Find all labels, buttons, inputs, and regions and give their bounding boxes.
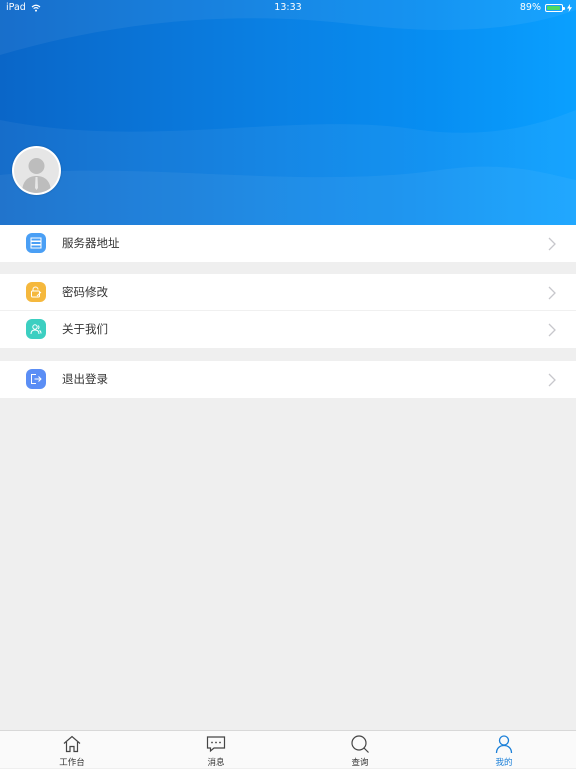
- bottom-tab-bar: 工作台 消息 查询 我的: [0, 730, 576, 768]
- chevron-right-icon: [548, 373, 556, 387]
- chevron-right-icon: [548, 286, 556, 300]
- status-time: 13:33: [274, 2, 302, 13]
- logout-icon: [26, 369, 46, 389]
- server-icon: [26, 233, 46, 253]
- password-edit-icon: [26, 282, 46, 302]
- battery-icon: [545, 3, 565, 12]
- user-icon: [495, 735, 513, 754]
- profile-header: iPad 13:33 89%: [0, 0, 576, 225]
- menu-item-logout[interactable]: 退出登录: [0, 361, 576, 398]
- tab-label: 查询: [351, 758, 369, 768]
- home-icon: [63, 735, 81, 753]
- battery-percent: 89%: [519, 2, 541, 13]
- settings-group-server: 服务器地址: [0, 225, 576, 262]
- settings-group-account: 密码修改 关于我们: [0, 274, 576, 348]
- tab-label: 工作台: [59, 758, 85, 768]
- tab-search[interactable]: 查询: [288, 731, 432, 769]
- menu-item-change-password[interactable]: 密码修改: [0, 274, 576, 311]
- chevron-right-icon: [548, 237, 556, 251]
- avatar[interactable]: [12, 146, 61, 195]
- menu-label: 密码修改: [62, 285, 108, 299]
- tab-label: 我的: [495, 758, 513, 768]
- chevron-right-icon: [548, 323, 556, 337]
- default-avatar-icon: [22, 158, 51, 193]
- header-wave-decoration: [0, 0, 576, 225]
- message-icon: [206, 736, 226, 753]
- charging-icon: [567, 3, 572, 12]
- tab-mine[interactable]: 我的: [432, 731, 576, 769]
- tab-messages[interactable]: 消息: [144, 731, 288, 769]
- menu-item-server-address[interactable]: 服务器地址: [0, 225, 576, 262]
- settings-group-logout: 退出登录: [0, 361, 576, 398]
- tab-workbench[interactable]: 工作台: [0, 731, 144, 769]
- about-us-icon: [26, 319, 46, 339]
- menu-label: 关于我们: [62, 322, 108, 336]
- status-bar: iPad 13:33 89%: [0, 0, 576, 16]
- menu-label: 服务器地址: [62, 236, 120, 250]
- menu-label: 退出登录: [62, 372, 108, 386]
- menu-item-about-us[interactable]: 关于我们: [0, 311, 576, 348]
- tab-label: 消息: [207, 758, 225, 768]
- search-icon: [351, 735, 369, 753]
